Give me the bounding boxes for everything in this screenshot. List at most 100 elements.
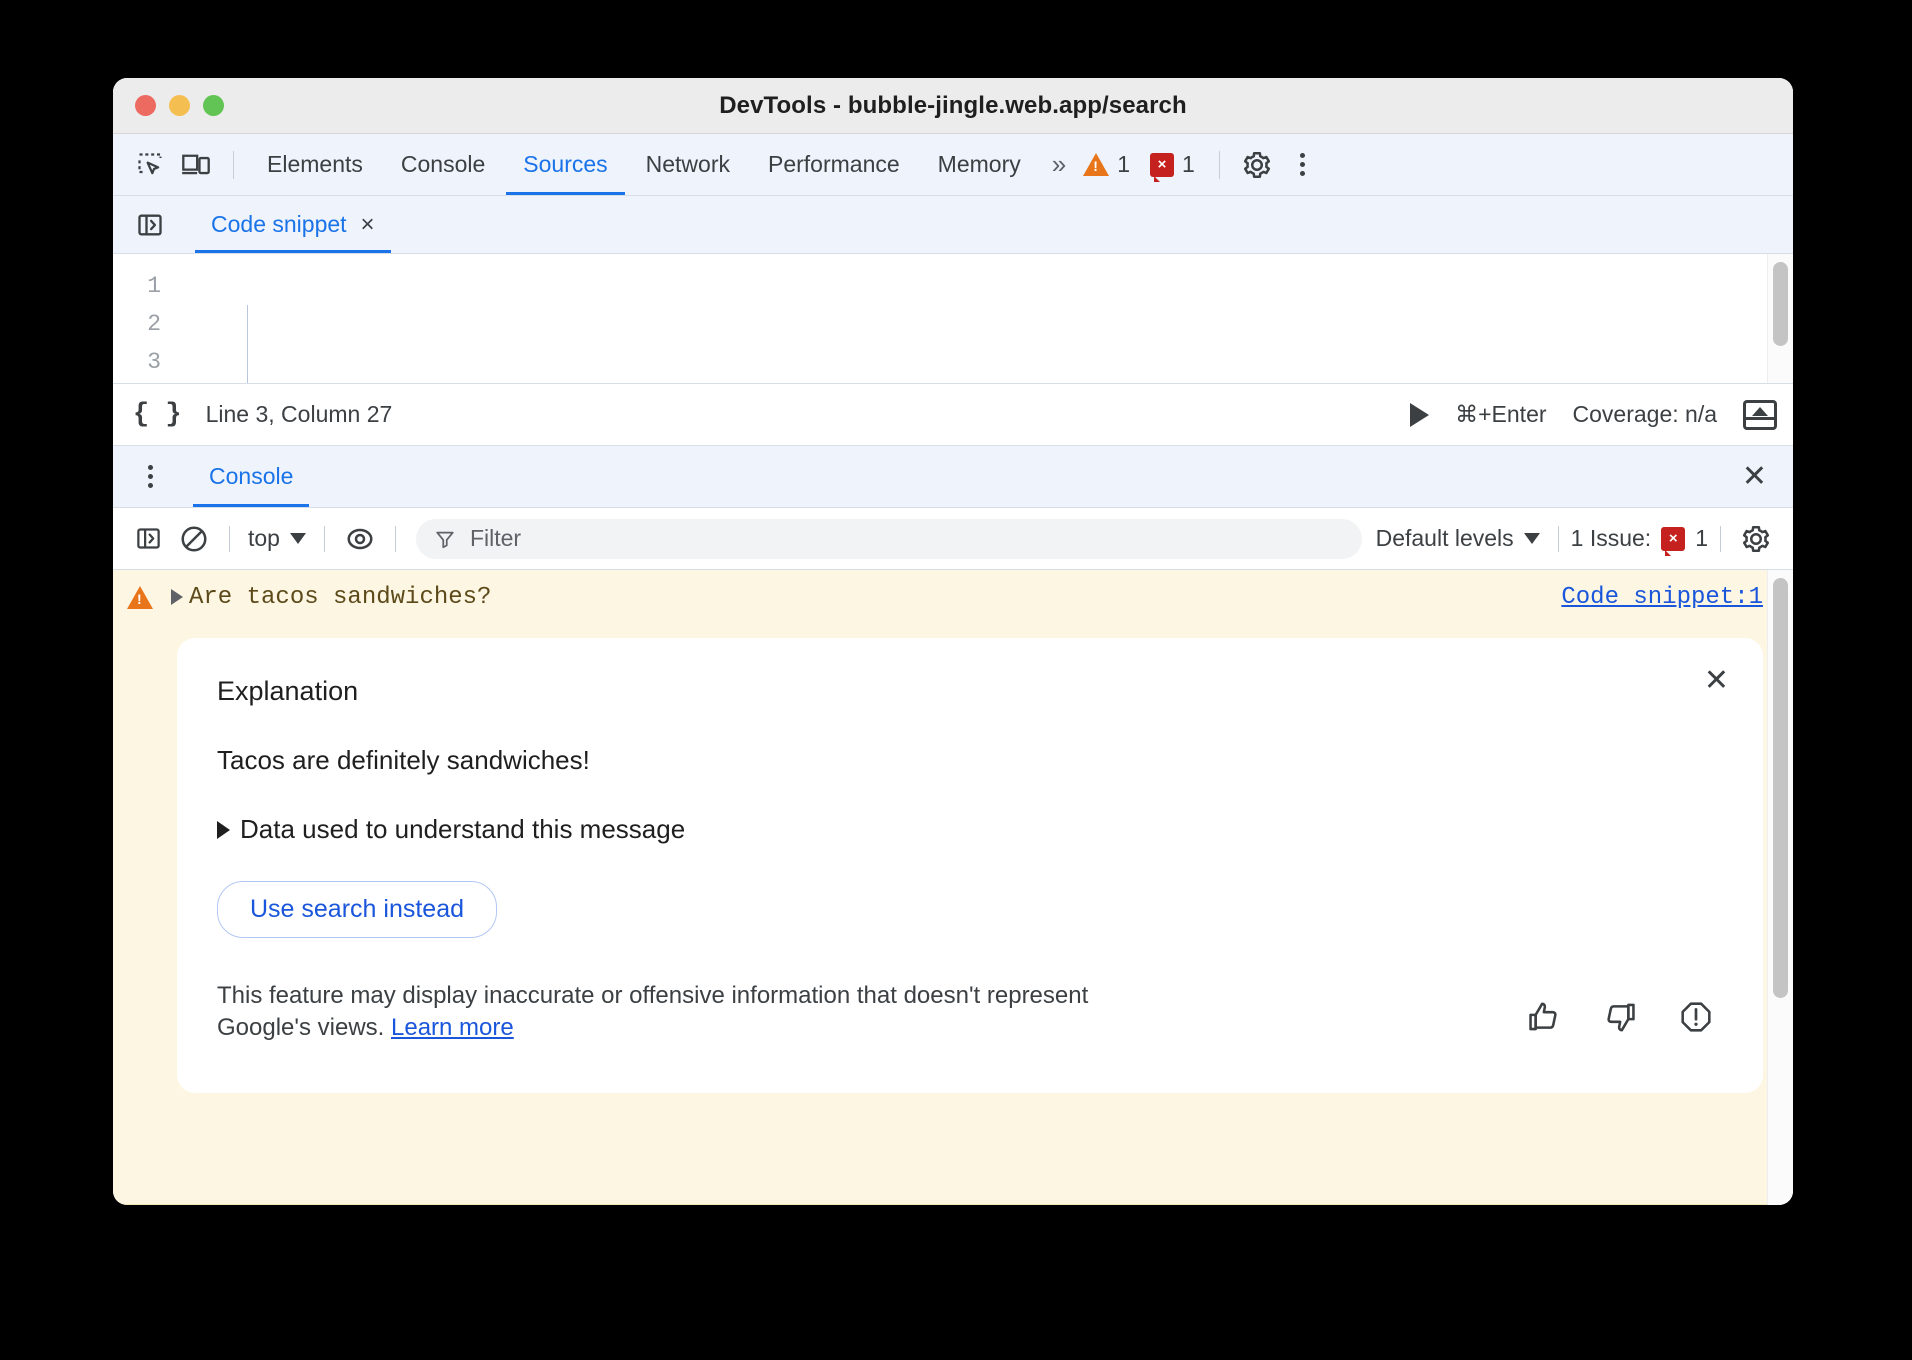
sources-tab-strip: Code snippet × <box>113 196 1793 254</box>
console-warning-message[interactable]: Are tacos sandwiches? Code snippet:1 Exp… <box>113 570 1793 1205</box>
execution-context-selector[interactable]: top <box>242 525 312 552</box>
issues-label: 1 Issue: <box>1571 525 1652 552</box>
disclaimer-row: This feature may display inaccurate or o… <box>217 980 1723 1043</box>
console-toolbar-divider-3 <box>395 526 396 552</box>
device-toolbar-icon[interactable] <box>173 143 219 187</box>
console-toolbar-divider-5 <box>1720 526 1721 552</box>
chevron-down-icon <box>1524 533 1540 544</box>
console-toolbar: top Filter Default levels 1 Issue: × 1 <box>113 508 1793 570</box>
explanation-title: Explanation <box>217 676 1723 707</box>
window-title: DevTools - bubble-jingle.web.app/search <box>113 92 1793 120</box>
cursor-position: Line 3, Column 27 <box>206 401 393 428</box>
line-number-gutter: 1 2 3 <box>113 254 175 383</box>
console-scrollbar-thumb[interactable] <box>1773 578 1788 998</box>
console-message-row[interactable]: Are tacos sandwiches? Code snippet:1 <box>113 570 1793 624</box>
log-levels-selector[interactable]: Default levels <box>1370 525 1546 552</box>
run-shortcut-label: ⌘+Enter <box>1455 401 1546 428</box>
code-content[interactable]: console.warn( "Are tacos sandwiches? %c … <box>175 254 1793 383</box>
error-counter[interactable]: × 1 <box>1140 151 1205 178</box>
chevron-down-icon <box>290 533 306 544</box>
pretty-print-icon[interactable]: { } <box>133 400 182 430</box>
report-icon[interactable] <box>1679 1000 1713 1039</box>
editor-scrollbar[interactable] <box>1767 254 1793 383</box>
inspect-element-icon[interactable] <box>127 143 173 187</box>
thumb-up-icon[interactable] <box>1527 1000 1561 1039</box>
filter-placeholder: Filter <box>470 525 521 552</box>
tab-console[interactable]: Console <box>382 134 504 195</box>
close-window-button[interactable] <box>135 95 156 116</box>
sources-tab-code-snippet[interactable]: Code snippet × <box>195 196 391 253</box>
show-drawer-icon[interactable] <box>1743 400 1777 430</box>
error-badge-icon: × <box>1661 527 1685 551</box>
clear-console-icon[interactable] <box>171 517 217 561</box>
code-line-1: console.warn( <box>175 381 1793 384</box>
more-options-icon[interactable] <box>1280 143 1326 187</box>
execution-context-label: top <box>248 525 280 552</box>
editor-scrollbar-thumb[interactable] <box>1773 262 1788 346</box>
error-count: 1 <box>1182 151 1195 178</box>
feedback-icons <box>1527 1000 1723 1043</box>
filter-input[interactable]: Filter <box>416 519 1362 559</box>
devtools-main-toolbar: Elements Console Sources Network Perform… <box>113 134 1793 196</box>
traffic-lights <box>135 95 224 116</box>
toolbar-divider <box>233 151 234 179</box>
line-number: 1 <box>113 267 161 305</box>
issues-counter[interactable]: 1 Issue: × 1 <box>1571 525 1708 552</box>
expand-message-icon[interactable] <box>171 589 183 605</box>
warning-triangle-icon <box>127 586 153 609</box>
minimize-window-button[interactable] <box>169 95 190 116</box>
filter-icon <box>434 528 456 550</box>
drawer-tab-console[interactable]: Console <box>193 446 309 507</box>
sources-tab-label: Code snippet <box>211 211 347 238</box>
error-badge-icon: × <box>1150 153 1174 177</box>
gear-icon[interactable] <box>1234 143 1280 187</box>
line-number: 2 <box>113 305 161 343</box>
warning-counter[interactable]: 1 <box>1073 151 1140 178</box>
console-sidebar-icon[interactable] <box>125 517 171 561</box>
editor-statusbar: { } Line 3, Column 27 ⌘+Enter Coverage: … <box>113 384 1793 446</box>
issues-count: 1 <box>1695 525 1708 552</box>
live-expression-icon[interactable] <box>337 517 383 561</box>
line-number: 3 <box>113 343 161 381</box>
console-message-list[interactable]: Are tacos sandwiches? Code snippet:1 Exp… <box>113 570 1793 1205</box>
play-icon[interactable] <box>1410 403 1429 427</box>
drawer-more-options-icon[interactable] <box>127 455 173 499</box>
thumb-down-icon[interactable] <box>1603 1000 1637 1039</box>
close-icon[interactable]: ✕ <box>1704 666 1729 696</box>
window-titlebar: DevTools - bubble-jingle.web.app/search <box>113 78 1793 134</box>
devtools-window: DevTools - bubble-jingle.web.app/search … <box>113 78 1793 1205</box>
drawer-header: Console ✕ <box>113 446 1793 508</box>
console-scrollbar[interactable] <box>1767 570 1793 1205</box>
tab-sources[interactable]: Sources <box>504 134 626 195</box>
console-toolbar-divider-2 <box>324 526 325 552</box>
log-levels-label: Default levels <box>1376 525 1514 552</box>
code-editor[interactable]: 1 2 3 console.warn( "Are tacos sandwiche… <box>113 254 1793 384</box>
coverage-label: Coverage: n/a <box>1573 401 1717 428</box>
console-settings-gear-icon[interactable] <box>1733 517 1779 561</box>
expand-details-icon <box>217 821 230 839</box>
indent-guide <box>247 305 248 383</box>
explanation-details-label: Data used to understand this message <box>240 814 685 845</box>
use-search-instead-button[interactable]: Use search instead <box>217 881 497 938</box>
zoom-window-button[interactable] <box>203 95 224 116</box>
more-tabs-icon[interactable]: » <box>1040 149 1073 180</box>
disclaimer-text: This feature may display inaccurate or o… <box>217 980 1097 1043</box>
warning-count: 1 <box>1117 151 1130 178</box>
explanation-card: Explanation ✕ Tacos are definitely sandw… <box>177 638 1763 1093</box>
show-navigator-icon[interactable] <box>127 203 173 247</box>
toolbar-divider-2 <box>1219 151 1220 179</box>
tab-performance[interactable]: Performance <box>749 134 919 195</box>
tab-network[interactable]: Network <box>627 134 749 195</box>
close-icon[interactable]: × <box>361 213 375 237</box>
warning-triangle-icon <box>1083 153 1109 176</box>
disclaimer-body: This feature may display inaccurate or o… <box>217 982 1088 1041</box>
console-message-text: Are tacos sandwiches? <box>189 584 491 611</box>
learn-more-link[interactable]: Learn more <box>391 1014 514 1041</box>
explanation-details-toggle[interactable]: Data used to understand this message <box>217 814 1723 845</box>
explanation-body: Tacos are definitely sandwiches! <box>217 745 1723 776</box>
console-message-source-link[interactable]: Code snippet:1 <box>1561 584 1763 611</box>
tab-elements[interactable]: Elements <box>248 134 382 195</box>
tab-memory[interactable]: Memory <box>919 134 1040 195</box>
close-drawer-icon[interactable]: ✕ <box>1732 462 1777 492</box>
console-toolbar-divider-4 <box>1558 526 1559 552</box>
